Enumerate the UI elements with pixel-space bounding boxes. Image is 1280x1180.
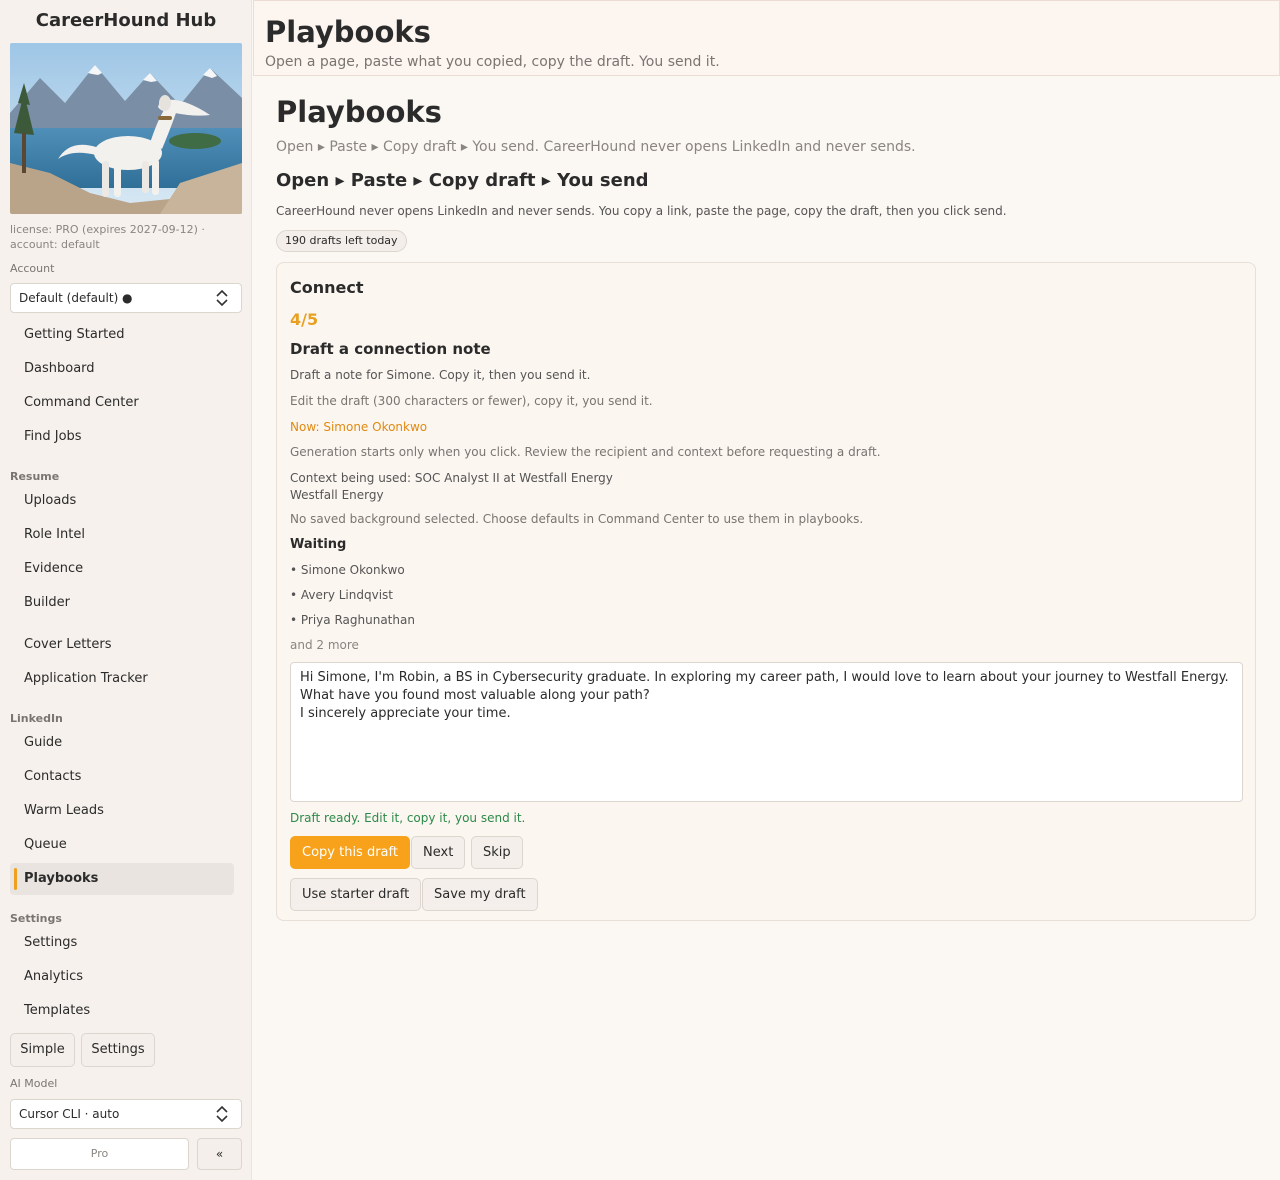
page-subtitle: Open a page, paste what you copied, copy…: [265, 54, 720, 70]
flow-summary: Open ▸ Paste ▸ Copy draft ▸ You send. Ca…: [276, 139, 916, 155]
flow-note: CareerHound never opens LinkedIn and nev…: [276, 204, 1007, 218]
waiting-heading: Waiting: [290, 537, 347, 552]
page-header: Playbooks Open a page, paste what you co…: [253, 0, 1280, 76]
copy-draft-button[interactable]: Copy this draft: [290, 836, 410, 869]
nav-settings[interactable]: Settings: [10, 927, 234, 959]
ai-model-label: AI Model: [10, 1077, 58, 1090]
account-label: Account: [10, 262, 55, 275]
waiting-more: and 2 more: [290, 638, 359, 652]
context-line: Context being used: SOC Analyst II at We…: [290, 471, 613, 485]
nav-application-tracker[interactable]: Application Tracker: [10, 663, 234, 695]
context-company: Westfall Energy: [290, 488, 384, 502]
select-chevron-icon: [216, 1105, 228, 1123]
nav-playbooks[interactable]: Playbooks: [10, 863, 234, 895]
nav-guide[interactable]: Guide: [10, 727, 234, 759]
waiting-item: • Simone Okonkwo: [290, 563, 405, 577]
license-info: license: PRO (expires 2027-09-12) · acco…: [10, 223, 205, 251]
nav-builder[interactable]: Builder: [10, 587, 234, 619]
card-heading: Draft a connection note: [290, 340, 491, 358]
next-button[interactable]: Next: [411, 836, 466, 869]
current-recipient: Now: Simone Okonkwo: [290, 420, 428, 434]
page-title: Playbooks: [265, 15, 431, 49]
save-draft-button[interactable]: Save my draft: [422, 878, 538, 911]
nav-queue[interactable]: Queue: [10, 829, 234, 861]
collapse-sidebar-button[interactable]: «: [197, 1138, 242, 1170]
nav-evidence[interactable]: Evidence: [10, 553, 234, 585]
nav-templates[interactable]: Templates: [10, 995, 234, 1027]
section-title: Playbooks: [276, 95, 442, 129]
resume-section-label: Resume: [10, 470, 60, 483]
skip-button[interactable]: Skip: [471, 836, 523, 869]
waiting-item: • Avery Lindqvist: [290, 588, 393, 602]
sidebar: CareerHound Hub license: PRO (expires 20…: [0, 0, 252, 1180]
select-chevron-icon: [216, 289, 228, 307]
use-starter-draft-button[interactable]: Use starter draft: [290, 878, 422, 911]
nav-uploads[interactable]: Uploads: [10, 485, 234, 517]
step-counter: 4/5: [290, 310, 319, 329]
connect-card: Connect 4/5 Draft a connection note Draf…: [276, 262, 1256, 921]
nav-command-center[interactable]: Command Center: [10, 387, 234, 419]
nav-contacts[interactable]: Contacts: [10, 761, 234, 793]
settings-section-label: Settings: [10, 912, 62, 925]
card-title: Connect: [290, 278, 364, 297]
no-background-note: No saved background selected. Choose def…: [290, 512, 864, 526]
dog-illustration: [10, 43, 242, 214]
pro-badge: Pro: [10, 1138, 189, 1170]
settings-button[interactable]: Settings: [81, 1033, 155, 1067]
nav-dashboard[interactable]: Dashboard: [10, 353, 234, 385]
simple-mode-button[interactable]: Simple: [10, 1033, 75, 1067]
flow-heading: Open ▸ Paste ▸ Copy draft ▸ You send: [276, 170, 649, 191]
ai-model-select[interactable]: Cursor CLI · auto: [10, 1099, 242, 1129]
nav-getting-started[interactable]: Getting Started: [10, 319, 234, 351]
nav-find-jobs[interactable]: Find Jobs: [10, 421, 234, 453]
account-select-value: Default (default) ●: [19, 291, 133, 305]
account-select[interactable]: Default (default) ●: [10, 283, 242, 313]
nav-analytics[interactable]: Analytics: [10, 961, 234, 993]
nav-cover-letters[interactable]: Cover Letters: [10, 629, 234, 661]
generation-note: Generation starts only when you click. R…: [290, 445, 881, 459]
context-info: Context being used: SOC Analyst II at We…: [290, 470, 613, 504]
ai-model-value: Cursor CLI · auto: [19, 1107, 120, 1121]
waiting-item: • Priya Raghunathan: [290, 613, 415, 627]
linkedin-section-label: LinkedIn: [10, 712, 63, 725]
draft-textarea[interactable]: Hi Simone, I'm Robin, a BS in Cybersecur…: [290, 662, 1243, 802]
app-title: CareerHound Hub: [35, 10, 217, 31]
instruction-text: Draft a note for Simone. Copy it, then y…: [290, 368, 591, 382]
drafts-left-badge: 190 drafts left today: [276, 230, 407, 252]
draft-ready-status: Draft ready. Edit it, copy it, you send …: [290, 811, 526, 825]
nav-role-intel[interactable]: Role Intel: [10, 519, 234, 551]
nav-warm-leads[interactable]: Warm Leads: [10, 795, 234, 827]
edit-hint: Edit the draft (300 characters or fewer)…: [290, 394, 653, 408]
